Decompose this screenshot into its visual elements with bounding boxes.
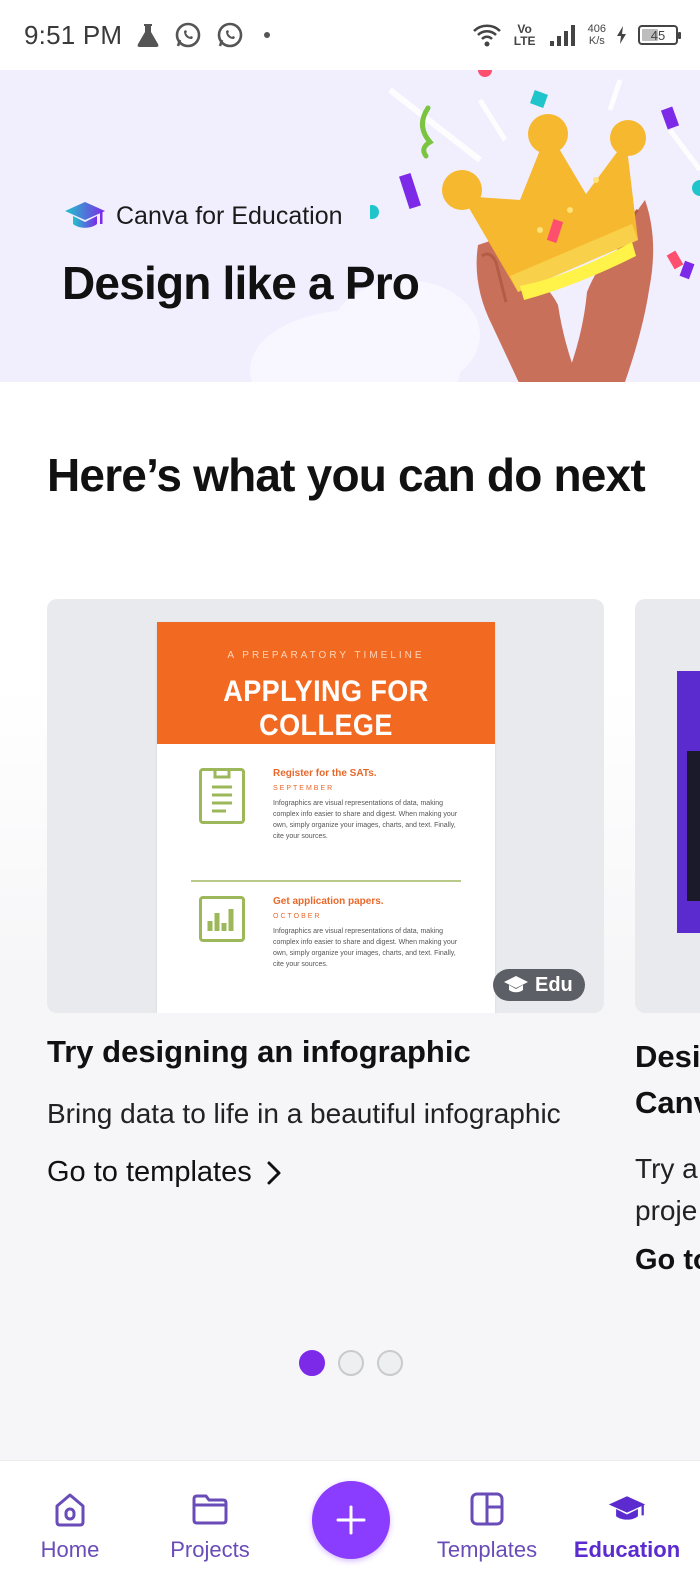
nav-education-label: Education xyxy=(573,1537,681,1562)
next-card-title-line: Desi xyxy=(635,1039,700,1074)
preview-row-text: Get application papers. OCTOBER Infograp… xyxy=(273,896,463,970)
next-card-description-line: proje xyxy=(635,1195,698,1226)
battery-level: 45 xyxy=(650,27,666,43)
preview-kicker: A PREPARATORY TIMELINE xyxy=(227,650,425,661)
preview-row-text: Register for the SATs. SEPTEMBER Infogra… xyxy=(273,768,463,842)
network-speed-unit: K/s xyxy=(588,35,605,47)
nav-projects[interactable]: Projects xyxy=(160,1461,260,1594)
section-title: Here’s what you can do next xyxy=(47,449,646,501)
clipboard-icon xyxy=(199,767,245,824)
nav-home[interactable]: Home xyxy=(30,1461,110,1594)
preview-row: Register for the SATs. SEPTEMBER Infogra… xyxy=(157,767,495,878)
network-speed: 406 K/s xyxy=(588,23,606,47)
whatsapp-icon-2 xyxy=(217,22,243,48)
pagination-dot[interactable] xyxy=(338,1350,364,1376)
next-card-title-line: Canv xyxy=(635,1085,700,1120)
more-notifications-dot-icon xyxy=(264,32,271,38)
status-time: 9:51 PM xyxy=(24,19,123,50)
templates-icon xyxy=(470,1492,504,1526)
main-content: Here’s what you can do next A PREPARATOR… xyxy=(0,382,700,1460)
next-card-thumbnail[interactable] xyxy=(635,599,700,1013)
hero-title: Design like a Pro xyxy=(62,257,420,309)
graduation-cap-icon xyxy=(608,1496,646,1520)
nav-home-label: Home xyxy=(40,1537,100,1562)
carousel-pagination xyxy=(299,1350,403,1376)
next-card-preview xyxy=(677,671,700,933)
signal-strength-icon xyxy=(549,25,575,46)
preview-title: APPLYING FOR COLLEGE xyxy=(223,675,429,742)
folder-icon xyxy=(192,1494,228,1525)
preview-row-heading: Get application papers. xyxy=(273,896,384,907)
preview-row-body: Infographics are visual representations … xyxy=(273,800,458,840)
network-speed-value: 406 xyxy=(587,23,606,35)
nav-projects-label: Projects xyxy=(170,1537,250,1562)
hero-brand-label: Canva for Education xyxy=(116,201,343,230)
preview-divider xyxy=(191,880,461,882)
nav-templates[interactable]: Templates xyxy=(430,1461,544,1594)
preview-row-heading: Register for the SATs. xyxy=(273,768,377,779)
pagination-dot[interactable] xyxy=(377,1350,403,1376)
battery-indicator: 45 xyxy=(638,25,681,45)
plus-icon xyxy=(336,1505,366,1535)
charging-bolt-icon xyxy=(617,26,626,44)
infographic-template-preview: A PREPARATORY TIMELINE APPLYING FOR COLL… xyxy=(157,622,495,1013)
education-hero-banner: Canva for Education Design like a Pro xyxy=(0,70,700,382)
preview-row-month: SEPTEMBER xyxy=(273,785,335,792)
status-right-icons: Vo LTE 406 K/s 45 xyxy=(472,0,681,70)
infographic-template-card[interactable]: A PREPARATORY TIMELINE APPLYING FOR COLL… xyxy=(47,599,604,1013)
card-description: Bring data to life in a beautiful infogr… xyxy=(47,1098,561,1129)
preview-header: A PREPARATORY TIMELINE APPLYING FOR COLL… xyxy=(157,622,495,744)
whatsapp-icon xyxy=(175,22,201,48)
chevron-right-icon xyxy=(267,1161,281,1184)
edu-badge: Edu xyxy=(493,969,585,1001)
create-design-button[interactable] xyxy=(312,1481,390,1559)
network-type-label: Vo LTE xyxy=(513,22,536,48)
next-card-preview-block xyxy=(687,751,700,901)
nav-templates-label: Templates xyxy=(436,1537,538,1562)
edu-badge-label: Edu xyxy=(535,973,573,996)
preview-row-body: Infographics are visual representations … xyxy=(273,928,458,968)
notification-icons xyxy=(136,21,276,49)
nav-education[interactable]: Education xyxy=(570,1461,684,1594)
bar-chart-icon xyxy=(199,896,245,942)
bottom-navigation: Home Projects Templates Education xyxy=(0,1460,700,1594)
hero-brand: Canva for Education xyxy=(64,200,343,232)
crown-celebration-illustration xyxy=(370,70,700,382)
card-title: Try designing an infographic xyxy=(47,1034,471,1069)
pagination-dot-active[interactable] xyxy=(299,1350,325,1376)
wifi-icon xyxy=(472,24,501,47)
lab-flask-icon xyxy=(137,24,159,47)
home-icon xyxy=(55,1493,85,1527)
graduation-cap-icon xyxy=(504,976,528,993)
status-bar: 9:51 PM Vo LTE 406 K/s 45 xyxy=(0,0,700,70)
graduation-cap-icon xyxy=(65,202,105,228)
next-card-title: Desi Canv xyxy=(635,1034,700,1126)
preview-row: Get application papers. OCTOBER Infograp… xyxy=(157,896,495,1006)
go-to-templates-label: Go to templates xyxy=(47,1156,252,1188)
go-to-templates-link[interactable]: Go to templates xyxy=(47,1156,282,1189)
next-card-link[interactable]: Go to xyxy=(635,1244,700,1277)
next-card-description: Try a proje xyxy=(635,1148,698,1232)
next-card-description-line: Try a xyxy=(635,1153,698,1184)
preview-row-month: OCTOBER xyxy=(273,913,322,920)
